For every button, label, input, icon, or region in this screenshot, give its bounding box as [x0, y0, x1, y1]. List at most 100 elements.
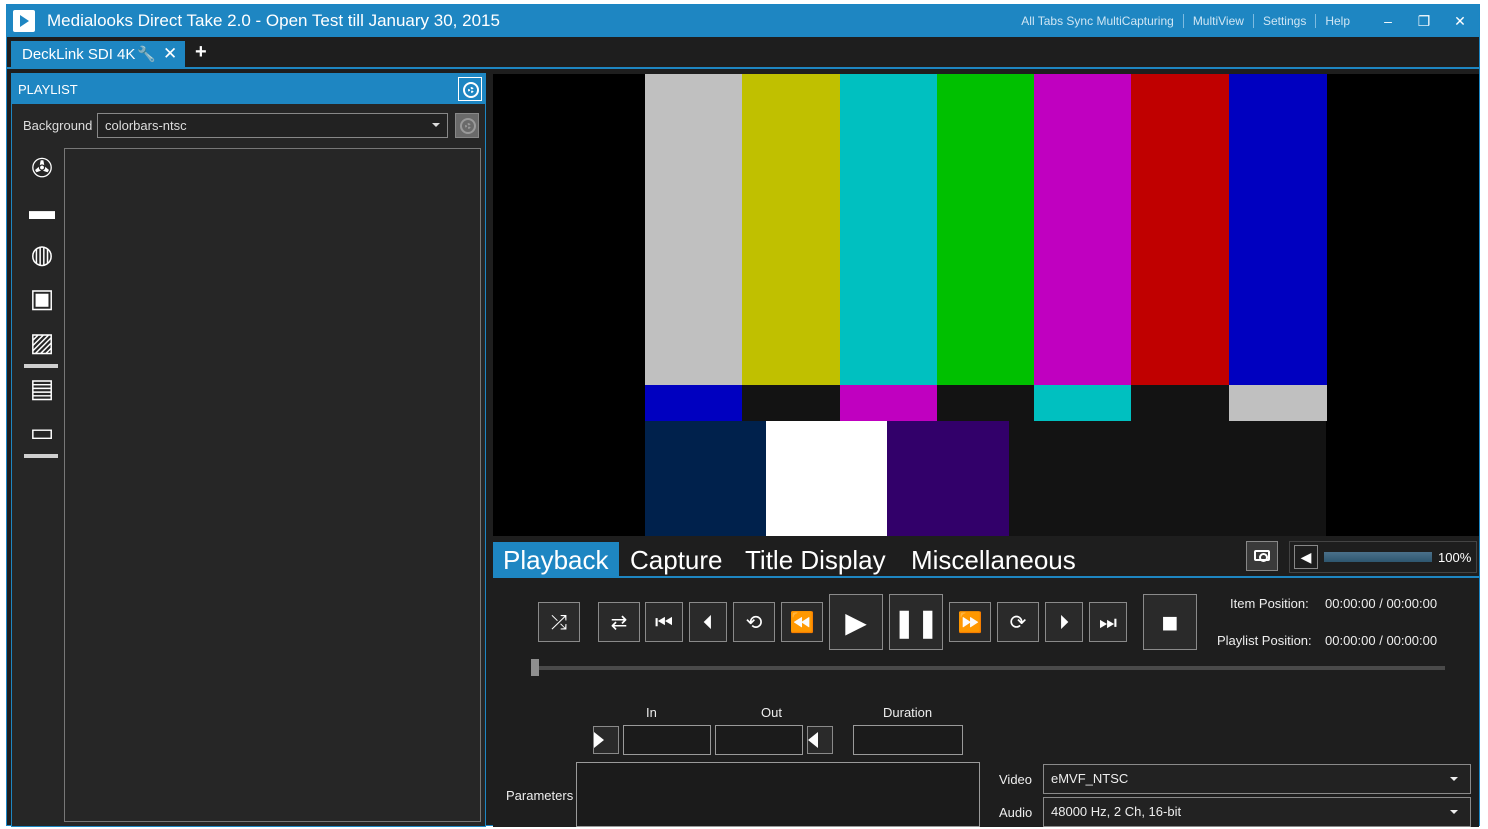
background-row: Background colorbars-ntsc [12, 110, 485, 140]
out-label: Out [761, 705, 782, 720]
mid-bar-gray [1229, 385, 1327, 421]
add-tab-button[interactable]: + [195, 42, 207, 62]
parameters-label: Parameters [506, 788, 574, 803]
tab-decklink[interactable]: DeckLink SDI 4K 🔧 ✕ [11, 41, 185, 69]
snapshot-button[interactable] [1246, 541, 1278, 571]
playlist-list[interactable] [64, 148, 481, 822]
first-button[interactable]: ⏮ [645, 602, 683, 642]
video-label: Video [999, 772, 1033, 787]
prev-button[interactable]: ⏴ [689, 602, 727, 642]
forward-button[interactable]: ⏩ [949, 602, 991, 642]
duration-label: Duration [883, 705, 933, 720]
background-settings-button[interactable] [455, 113, 479, 138]
next-icon: ⏵ [1059, 612, 1069, 634]
image-icon[interactable]: ▨ [24, 324, 60, 368]
audio-label: Audio [999, 805, 1033, 820]
set-out-button[interactable] [807, 726, 833, 754]
bar-green [937, 74, 1035, 385]
loop-button[interactable]: ⇄ [598, 602, 640, 642]
item-position-label: Item Position: [1230, 596, 1309, 611]
playlist-position-label: Playlist Position: [1217, 633, 1312, 648]
next-button[interactable]: ⏵ [1045, 602, 1083, 642]
video-camera-icon[interactable]: ▬ [24, 192, 60, 228]
color-bars [645, 74, 1327, 536]
menu-multiview[interactable]: MultiView [1182, 14, 1253, 28]
wrench-icon[interactable]: 🔧 [137, 45, 156, 63]
minimize-button[interactable]: – [1377, 11, 1399, 31]
top-menu: All Tabs Sync MultiCapturing MultiView S… [1012, 14, 1359, 28]
mid-bar-blue [645, 385, 743, 421]
background-select[interactable]: colorbars-ntsc [97, 113, 448, 138]
background-value: colorbars-ntsc [105, 118, 187, 133]
set-in-button[interactable] [593, 726, 619, 754]
first-icon: ⏮ [655, 612, 673, 634]
close-button[interactable]: ✕ [1449, 11, 1471, 31]
menu-sync-multicapturing[interactable]: All Tabs Sync MultiCapturing [1012, 14, 1183, 28]
menu-help[interactable]: Help [1315, 14, 1359, 28]
pause-icon: ❚❚ [892, 607, 940, 638]
shuffle-button[interactable]: ⤮ [538, 602, 580, 642]
mid-bar-magenta [840, 385, 938, 421]
low-bar-white [766, 421, 888, 536]
media-file-icon[interactable]: ▣ [24, 280, 60, 316]
out-field[interactable] [715, 725, 803, 755]
shuffle-icon: ⤮ [551, 612, 567, 634]
menu-settings[interactable]: Settings [1252, 14, 1315, 28]
tab-playback[interactable]: Playback [493, 542, 619, 576]
mark-in-icon [594, 732, 604, 748]
play-button[interactable]: ▶ [829, 594, 883, 650]
in-field[interactable] [623, 725, 711, 755]
last-button[interactable]: ⏭ [1089, 602, 1127, 642]
bar-cyan [840, 74, 938, 385]
seek-thumb[interactable] [531, 659, 539, 676]
tab-miscellaneous[interactable]: Miscellaneous [901, 542, 1086, 576]
app-window: Medialooks Direct Take 2.0 - Open Test t… [6, 4, 1480, 827]
stop-button[interactable]: ■ [1143, 594, 1197, 650]
speaker-icon: ◀ [1300, 549, 1312, 565]
parameters-field[interactable] [576, 762, 980, 827]
film-reel-icon[interactable]: ✇ [24, 150, 60, 186]
maximize-button[interactable]: ❐ [1413, 11, 1435, 31]
seek-slider[interactable] [531, 666, 1445, 670]
video-format-value: eMVF_NTSC [1051, 771, 1129, 786]
background-label: Background [23, 118, 93, 133]
in-label: In [646, 705, 657, 720]
playlist-settings-button[interactable] [458, 77, 482, 101]
video-format-select[interactable]: eMVF_NTSC [1043, 764, 1471, 794]
loop-icon: ⇄ [610, 612, 628, 634]
chevron-down-icon [1450, 777, 1458, 781]
open-folder-icon[interactable]: ▭ [24, 414, 60, 458]
tab-close-icon[interactable]: ✕ [163, 44, 177, 64]
playlist-title: PLAYLIST [18, 82, 78, 97]
bar-magenta [1034, 74, 1132, 385]
item-position-value: 00:00:00 / 00:00:00 [1325, 596, 1438, 611]
step-forward-icon: ⟳ [1009, 612, 1027, 634]
mid-bar-black [1131, 385, 1229, 421]
mark-out-icon [808, 732, 818, 748]
low-bar-black [1009, 421, 1326, 536]
mute-button[interactable]: ◀ [1294, 545, 1318, 569]
step-forward-button[interactable]: ⟳ [997, 602, 1039, 642]
playlist-position-value: 00:00:00 / 00:00:00 [1325, 633, 1438, 648]
duration-field[interactable] [853, 725, 963, 755]
gear-icon [460, 118, 476, 134]
bar-yellow [742, 74, 840, 385]
rewind-button[interactable]: ⏪ [781, 602, 823, 642]
volume-control: ◀ 100% [1289, 541, 1477, 573]
rewind-icon: ⏪ [789, 612, 815, 634]
volume-slider[interactable] [1324, 552, 1432, 562]
pause-button[interactable]: ❚❚ [889, 594, 943, 650]
step-back-button[interactable]: ⟲ [733, 602, 775, 642]
camera-icon [1254, 550, 1270, 562]
audio-format-select[interactable]: 48000 Hz, 2 Ch, 16-bit [1043, 797, 1471, 827]
tab-capture[interactable]: Capture [620, 542, 733, 576]
playback-controls: ⤮ ⇄ ⏮ ⏴ ⟲ ⏪ ▶ ❚❚ ⏩ ⟳ ⏵ ⏭ ■ Item Position: 00:00:00 /… [493, 580, 1479, 827]
video-preview [493, 74, 1479, 536]
globe-icon[interactable]: ◍ [24, 236, 60, 272]
tab-title-display[interactable]: Title Display [735, 542, 896, 576]
stop-icon: ■ [1161, 607, 1179, 638]
save-icon[interactable]: ▤ [24, 370, 60, 406]
bar-gray [645, 74, 743, 385]
low-bar-navy [645, 421, 767, 536]
volume-fill [1324, 552, 1432, 562]
